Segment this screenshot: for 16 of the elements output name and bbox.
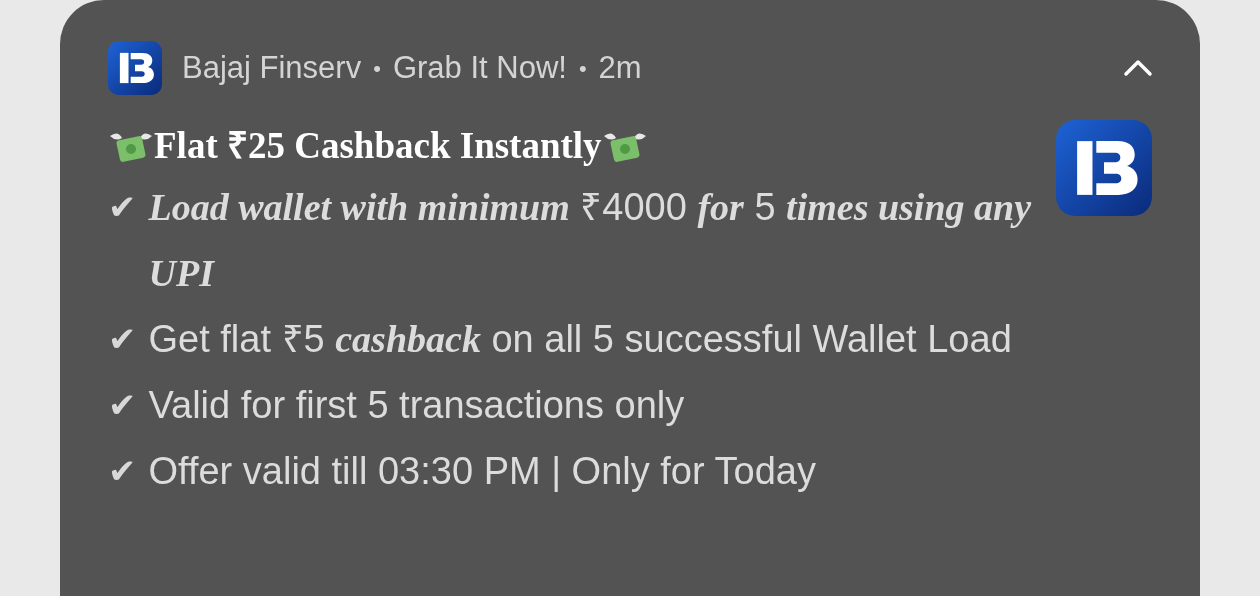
chevron-icon: [1123, 58, 1153, 78]
offer-detail: Offer valid till 03:30 PM | Only for Today: [148, 449, 816, 494]
app-logo-icon: [1056, 120, 1152, 216]
separator-dot: •: [578, 54, 587, 83]
offer-detail: Get flat ₹5 cashback on all 5 successful Wallet Load: [148, 317, 1012, 362]
header-text: 2m: [598, 48, 642, 87]
header-text: Bajaj Finserv: [182, 48, 362, 87]
check-mark: ✔: [108, 450, 137, 493]
check-mark: ✔: [108, 384, 137, 427]
separator-dot: •: [373, 54, 381, 83]
offer-detail: Valid for first 5 transactions only: [148, 383, 685, 428]
header-text: Grab It Now!: [392, 48, 567, 87]
app-logo-icon: [108, 41, 162, 95]
check-mark: ✔: [108, 318, 137, 361]
check-mark: ✔: [108, 186, 137, 229]
notification-title: Flat ₹25 Cashback Instantly: [154, 124, 602, 169]
